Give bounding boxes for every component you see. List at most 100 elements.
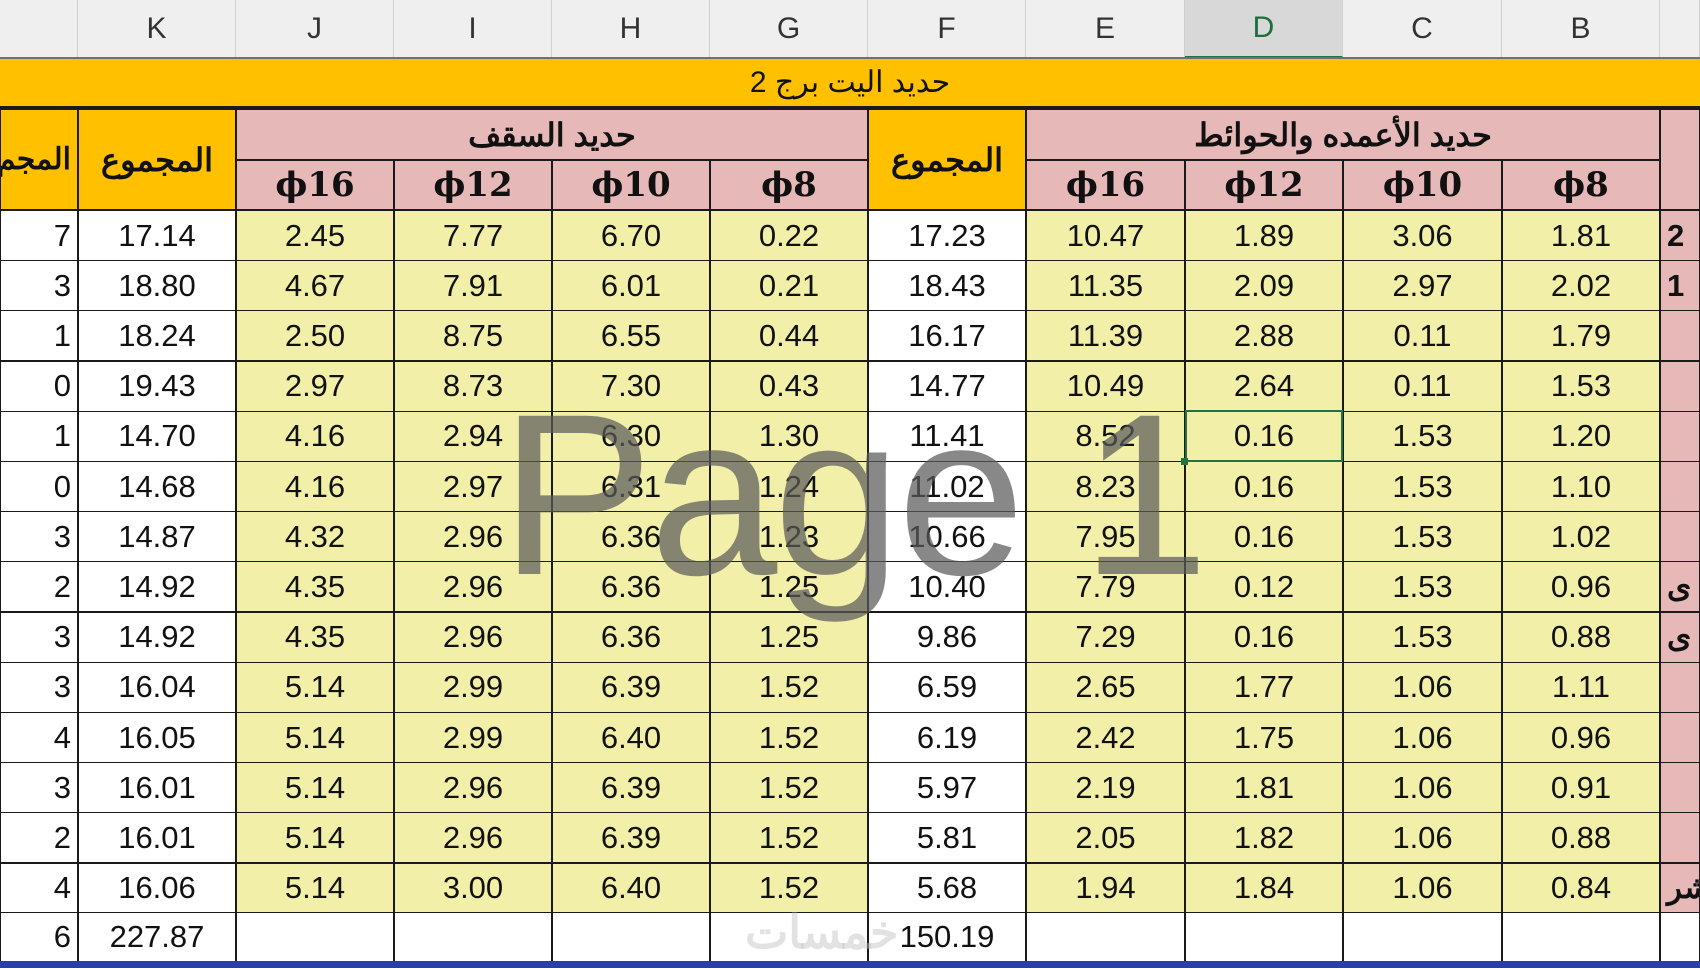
cell-B-row-6[interactable]: 1.10 [1502, 461, 1660, 512]
cell-G-row-2[interactable]: 0.21 [710, 260, 868, 312]
cell-I-row-12[interactable]: 2.96 [394, 762, 552, 814]
cell-D-row-13[interactable]: 1.82 [1185, 812, 1343, 864]
total-header-columns[interactable]: المجموع [868, 109, 1026, 210]
cell-right-row-13[interactable] [1660, 812, 1700, 864]
cell-F-row-12[interactable]: 5.97 [868, 762, 1026, 814]
cell-B-row-11[interactable]: 0.96 [1502, 712, 1660, 763]
cell-B-row-3[interactable]: 1.79 [1502, 310, 1660, 362]
total-cell-B[interactable] [1502, 912, 1660, 962]
cell-I-row-4[interactable]: 8.73 [394, 360, 552, 412]
cell-E-row-13[interactable]: 2.05 [1026, 812, 1185, 864]
column-header-C[interactable]: C [1343, 0, 1502, 59]
cell-F-row-8[interactable]: 10.40 [868, 561, 1026, 613]
cell-K-row-14[interactable]: 16.06 [78, 862, 236, 914]
cell-left-row-7[interactable]: 3 [0, 511, 78, 563]
cell-J-row-1[interactable]: 2.45 [236, 210, 394, 261]
cell-left-row-14[interactable]: 4 [0, 862, 78, 914]
cell-C-row-8[interactable]: 1.53 [1343, 561, 1502, 613]
cell-J-row-7[interactable]: 4.32 [236, 511, 394, 563]
grand-total-ceiling[interactable]: 227.87 [78, 912, 236, 962]
cell-F-row-6[interactable]: 11.02 [868, 461, 1026, 512]
cell-right-row-9[interactable]: ى [1660, 611, 1700, 663]
cell-E-row-3[interactable]: 11.39 [1026, 310, 1185, 362]
cell-right-row-14[interactable]: شر [1660, 862, 1700, 914]
cell-E-row-8[interactable]: 7.79 [1026, 561, 1185, 613]
cell-F-row-14[interactable]: 5.68 [868, 862, 1026, 914]
cell-H-row-2[interactable]: 6.01 [552, 260, 710, 312]
cell-left-row-12[interactable]: 3 [0, 762, 78, 814]
cell-G-row-9[interactable]: 1.25 [710, 611, 868, 663]
total-header-ceiling[interactable]: المجموع [78, 109, 236, 210]
total-cell-J[interactable] [236, 912, 394, 962]
cell-left-row-11[interactable]: 4 [0, 712, 78, 763]
cell-F-row-10[interactable]: 6.59 [868, 661, 1026, 713]
cell-B-row-4[interactable]: 1.53 [1502, 360, 1660, 412]
cell-F-row-5[interactable]: 11.41 [868, 410, 1026, 462]
cell-I-row-3[interactable]: 8.75 [394, 310, 552, 362]
cell-G-row-4[interactable]: 0.43 [710, 360, 868, 412]
cell-I-row-7[interactable]: 2.96 [394, 511, 552, 563]
cell-left-row-3[interactable]: 1 [0, 310, 78, 362]
ceiling-phi16-header[interactable]: ϕ16 [236, 160, 394, 210]
cell-K-row-13[interactable]: 16.01 [78, 812, 236, 864]
cell-D-row-12[interactable]: 1.81 [1185, 762, 1343, 814]
ceiling-phi10-header[interactable]: ϕ10 [552, 160, 710, 210]
cell-J-row-14[interactable]: 5.14 [236, 862, 394, 914]
total-cell-D[interactable] [1185, 912, 1343, 962]
cell-I-row-6[interactable]: 2.97 [394, 461, 552, 512]
cell-I-row-5[interactable]: 2.94 [394, 410, 552, 462]
cell-H-row-13[interactable]: 6.39 [552, 812, 710, 864]
cell-K-row-3[interactable]: 18.24 [78, 310, 236, 362]
column-header-F[interactable]: F [868, 0, 1026, 59]
total-header-partial[interactable]: المجم [0, 109, 78, 210]
cell-D-row-4[interactable]: 2.64 [1185, 360, 1343, 412]
cell-K-row-5[interactable]: 14.70 [78, 410, 236, 462]
cell-D-row-14[interactable]: 1.84 [1185, 862, 1343, 914]
cell-H-row-9[interactable]: 6.36 [552, 611, 710, 663]
cell-left-row-6[interactable]: 0 [0, 461, 78, 512]
cell-I-row-14[interactable]: 3.00 [394, 862, 552, 914]
cell-C-row-9[interactable]: 1.53 [1343, 611, 1502, 663]
cell-G-row-7[interactable]: 1.23 [710, 511, 868, 563]
cell-H-row-5[interactable]: 6.30 [552, 410, 710, 462]
cell-B-row-2[interactable]: 2.02 [1502, 260, 1660, 312]
cell-F-row-4[interactable]: 14.77 [868, 360, 1026, 412]
cell-F-row-2[interactable]: 18.43 [868, 260, 1026, 312]
cell-right-row-1[interactable]: 2 [1660, 210, 1700, 261]
ceiling-phi12-header[interactable]: ϕ12 [394, 160, 552, 210]
cell-D-row-9[interactable]: 0.16 [1185, 611, 1343, 663]
cell-E-row-1[interactable]: 10.47 [1026, 210, 1185, 261]
cell-D-row-8[interactable]: 0.12 [1185, 561, 1343, 613]
cell-I-row-8[interactable]: 2.96 [394, 561, 552, 613]
cell-C-row-2[interactable]: 2.97 [1343, 260, 1502, 312]
cell-left-row-8[interactable]: 2 [0, 561, 78, 613]
cell-K-row-11[interactable]: 16.05 [78, 712, 236, 763]
cell-B-row-8[interactable]: 0.96 [1502, 561, 1660, 613]
cell-D-row-1[interactable]: 1.89 [1185, 210, 1343, 261]
fill-handle[interactable] [1181, 458, 1188, 465]
cell-left-row-4[interactable]: 0 [0, 360, 78, 412]
cell-B-row-13[interactable]: 0.88 [1502, 812, 1660, 864]
cell-right-row-4[interactable] [1660, 360, 1700, 412]
cell-right-row-12[interactable] [1660, 762, 1700, 814]
ceiling-steel-header[interactable]: حديد السقف [236, 109, 868, 160]
cell-C-row-1[interactable]: 3.06 [1343, 210, 1502, 261]
cell-G-row-12[interactable]: 1.52 [710, 762, 868, 814]
cell-K-row-2[interactable]: 18.80 [78, 260, 236, 312]
cell-J-row-13[interactable]: 5.14 [236, 812, 394, 864]
cell-B-row-7[interactable]: 1.02 [1502, 511, 1660, 563]
cell-K-row-6[interactable]: 14.68 [78, 461, 236, 512]
column-header-H[interactable]: H [552, 0, 710, 59]
cell-F-row-1[interactable]: 17.23 [868, 210, 1026, 261]
columns-walls-steel-header[interactable]: حديد الأعمده والحوائط [1026, 109, 1660, 160]
sheet-title[interactable]: حديد اليت برج 2 [0, 59, 1700, 109]
column-header-partial[interactable] [0, 0, 78, 59]
cell-left-row-5[interactable]: 1 [0, 410, 78, 462]
cell-right-row-7[interactable] [1660, 511, 1700, 563]
cell-right-row-6[interactable] [1660, 461, 1700, 512]
total-cell-partial-right[interactable] [1660, 912, 1700, 962]
cell-D-row-2[interactable]: 2.09 [1185, 260, 1343, 312]
cell-E-row-10[interactable]: 2.65 [1026, 661, 1185, 713]
cell-B-row-10[interactable]: 1.11 [1502, 661, 1660, 713]
cell-H-row-10[interactable]: 6.39 [552, 661, 710, 713]
